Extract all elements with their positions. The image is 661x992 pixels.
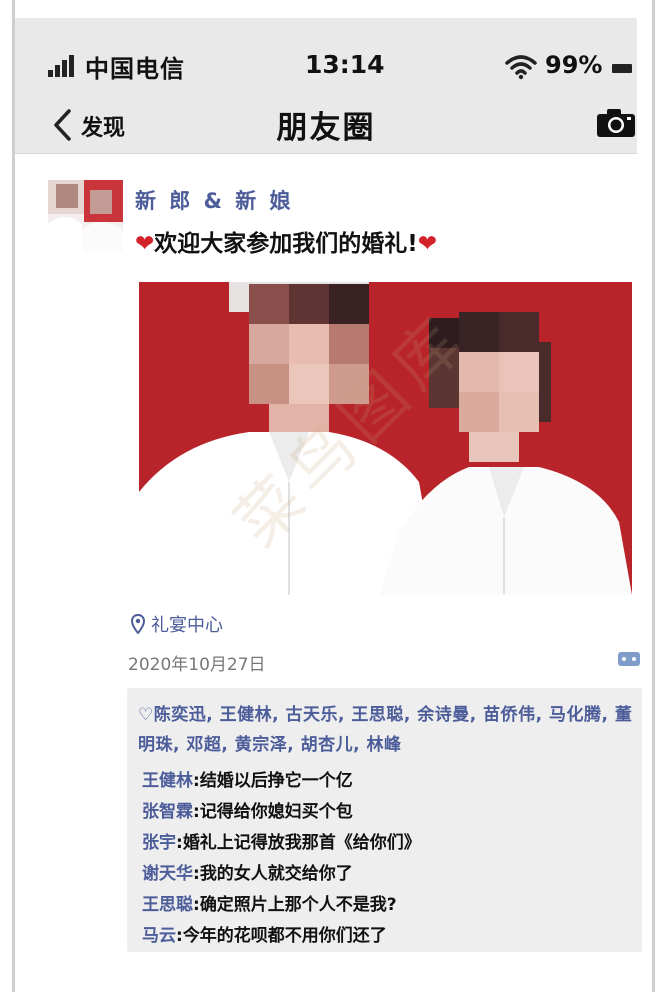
comment-author[interactable]: 张宇 (142, 833, 176, 853)
signal-icon (48, 55, 78, 77)
likes-names[interactable]: 陈奕迅, 王健林, 古天乐, 王思聪, 余诗曼, 苗侨伟, 马化腾, 董明珠, … (138, 705, 632, 755)
camera-icon[interactable] (596, 108, 636, 138)
comment-item[interactable]: 马云:今年的花呗都不用你们还了 (142, 921, 387, 946)
comment-text: 今年的花呗都不用你们还了 (182, 926, 387, 946)
comment-author[interactable]: 张智霖 (142, 802, 193, 822)
likes-list: ♡陈奕迅, 王健林, 古天乐, 王思聪, 余诗曼, 苗侨伟, 马化腾, 董明珠,… (138, 700, 633, 760)
comment-author[interactable]: 王健林 (142, 771, 193, 791)
comment-author[interactable]: 谢天华 (142, 864, 193, 884)
page-title: 朋友圈 (276, 110, 376, 146)
location-pin-icon (131, 614, 145, 634)
post-caption: ❤欢迎大家参加我们的婚礼!❤ (135, 224, 437, 258)
avatar[interactable] (48, 180, 123, 252)
frame-right-border (652, 0, 655, 992)
comment-text: 婚礼上记得放我那首《给你们》 (182, 833, 421, 853)
like-heart-icon: ♡ (138, 705, 154, 725)
comment-text: 记得给你媳妇买个包 (199, 802, 353, 822)
comment-item[interactable]: 张智霖:记得给你媳妇买个包 (142, 797, 353, 822)
app-header: 中国电信 13:14 99% 发现 朋友圈 (15, 18, 637, 153)
battery-percentage: 99% (545, 51, 603, 79)
comment-author[interactable]: 马云 (142, 926, 176, 946)
heart-icon: ❤ (135, 231, 155, 257)
comment-text: 确定照片上那个人不是我? (199, 895, 397, 915)
header-divider (15, 153, 637, 154)
comment-text: 我的女人就交给你了 (199, 864, 353, 884)
carrier-name: 中国电信 (85, 55, 185, 83)
nav-bar: 发现 朋友圈 (15, 100, 637, 153)
heart-icon: ❤ (417, 231, 438, 257)
location-link[interactable]: 礼宴中心 (131, 611, 223, 637)
status-bar: 中国电信 13:14 99% (15, 18, 637, 100)
comment-text: 结婚以后挣它一个亿 (199, 771, 353, 791)
comment-item[interactable]: 谢天华:我的女人就交给你了 (142, 859, 353, 884)
battery-icon (612, 64, 632, 73)
post-photo[interactable] (139, 282, 632, 595)
post-date: 2020年10月27日 (128, 655, 266, 675)
comment-author[interactable]: 王思聪 (142, 895, 193, 915)
comment-item[interactable]: 张宇:婚礼上记得放我那首《给你们》 (142, 828, 421, 853)
comment-item[interactable]: 王思聪:确定照片上那个人不是我? (142, 890, 397, 915)
clock-time: 13:14 (305, 50, 385, 79)
comment-box: ♡陈奕迅, 王健林, 古天乐, 王思聪, 余诗曼, 苗侨伟, 马化腾, 董明珠,… (127, 688, 642, 952)
author-name[interactable]: 新 郎 & 新 娘 (135, 185, 294, 215)
location-text: 礼宴中心 (151, 615, 223, 636)
more-options-icon[interactable] (618, 652, 640, 666)
wifi-icon (505, 55, 537, 80)
post-text: 欢迎大家参加我们的婚礼! (154, 231, 418, 257)
comment-item[interactable]: 王健林:结婚以后挣它一个亿 (142, 766, 353, 791)
